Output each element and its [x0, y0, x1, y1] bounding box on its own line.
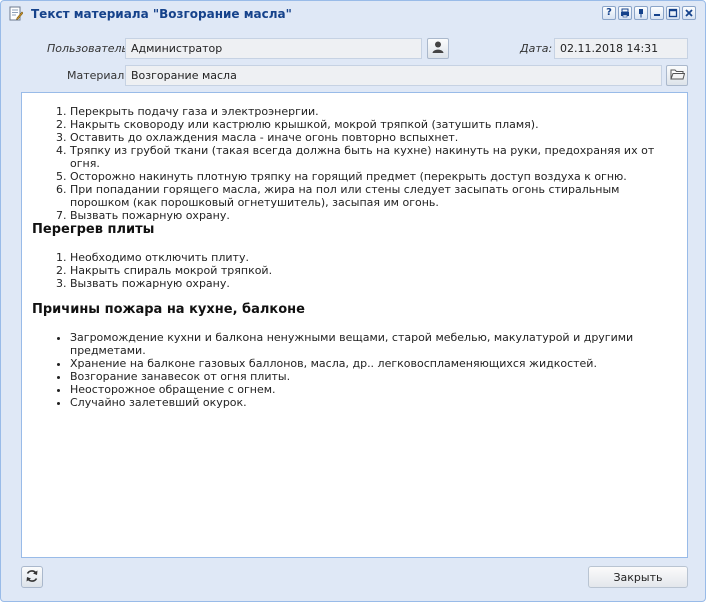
close-button[interactable]: Закрыть	[588, 566, 688, 588]
window-title: Текст материала "Возгорание масла"	[31, 7, 292, 21]
list-item: Вызвать пожарную охрану.	[70, 209, 679, 222]
pin-icon[interactable]	[634, 6, 648, 20]
document-edit-icon	[9, 6, 24, 21]
title-bar[interactable]: Текст материала "Возгорание масла" ?	[1, 1, 705, 26]
stove-steps-list: Необходимо отключить плиту. Накрыть спир…	[22, 251, 679, 290]
select-user-button[interactable]	[427, 38, 449, 59]
list-item: Перекрыть подачу газа и электроэнергии.	[70, 105, 679, 118]
causes-list: Загромождение кухни и балкона ненужными …	[22, 331, 679, 409]
list-item: Загромождение кухни и балкона ненужными …	[70, 331, 679, 357]
refresh-icon	[25, 569, 39, 586]
minimize-icon[interactable]	[650, 6, 664, 20]
list-item: Осторожно накинуть плотную тряпку на гор…	[70, 170, 679, 183]
list-item: Неосторожное обращение с огнем.	[70, 383, 679, 396]
close-icon[interactable]	[682, 6, 696, 20]
list-item: Оставить до охлаждения масла - иначе ого…	[70, 131, 679, 144]
open-material-button[interactable]	[666, 65, 688, 86]
user-field[interactable]: Администратор	[125, 38, 422, 59]
material-text-panel[interactable]: Перекрыть подачу газа и электроэнергии. …	[21, 92, 688, 558]
list-item: Случайно залетевший окурок.	[70, 396, 679, 409]
user-icon	[431, 40, 445, 57]
list-item: Накрыть сковороду или кастрюлю крышкой, …	[70, 118, 679, 131]
list-item: Возгорание занавесок от огня плиты.	[70, 370, 679, 383]
list-item: При попадании горящего масла, жира на по…	[70, 183, 679, 209]
fire-steps-list: Перекрыть подачу газа и электроэнергии. …	[22, 105, 679, 222]
print-icon[interactable]	[618, 6, 632, 20]
list-item: Тряпку из грубой ткани (такая всегда дол…	[70, 144, 679, 170]
material-window: Текст материала "Возгорание масла" ? Пол…	[0, 0, 706, 602]
window-tools: ?	[602, 6, 696, 20]
section-heading-stove: Перегрев плиты	[32, 222, 155, 237]
refresh-button[interactable]	[21, 566, 43, 588]
folder-icon	[669, 68, 685, 83]
maximize-icon[interactable]	[666, 6, 680, 20]
help-icon[interactable]: ?	[602, 6, 616, 20]
date-field[interactable]: 02.11.2018 14:31	[554, 38, 688, 59]
list-item: Необходимо отключить плиту.	[70, 251, 679, 264]
list-item: Хранение на балконе газовых баллонов, ма…	[70, 357, 679, 370]
section-heading-causes: Причины пожара на кухне, балконе	[32, 302, 305, 317]
material-label: Материал:	[67, 69, 129, 82]
date-label: Дата:	[520, 42, 553, 55]
material-field[interactable]: Возгорание масла	[125, 65, 662, 86]
list-item: Вызвать пожарную охрану.	[70, 277, 679, 290]
user-label: Пользователь:	[47, 42, 132, 55]
list-item: Накрыть спираль мокрой тряпкой.	[70, 264, 679, 277]
